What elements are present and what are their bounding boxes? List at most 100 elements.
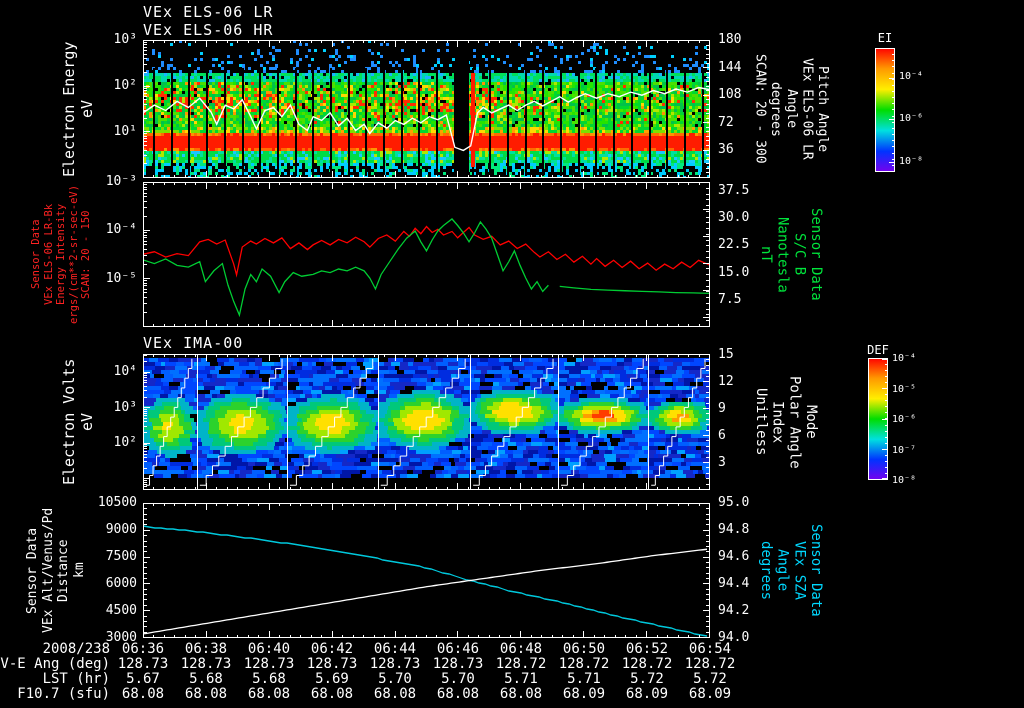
ima-left-tick-0: 10⁴ bbox=[113, 364, 137, 379]
panel1-title-lr: VEx ELS-06 LR bbox=[143, 3, 274, 21]
els-right-tick-1: 144 bbox=[718, 60, 742, 75]
els-right-label-angle: Angle bbox=[783, 89, 799, 129]
ephemeris-left-tick-0: 10500 bbox=[97, 495, 137, 510]
sza-label-angle: Angle bbox=[774, 549, 791, 592]
ephemeris-right-tick-0: 95.0 bbox=[718, 495, 750, 510]
els-left-axis-label-line2: eV bbox=[78, 99, 96, 119]
table-value-r0-c5: 128.73 bbox=[432, 656, 484, 672]
table-value-r0-c7: 128.72 bbox=[558, 656, 610, 672]
ei-colorbar-units: ergs/(cm**2-sr-sec-eV) bbox=[933, 40, 945, 172]
ima-left-tick-2: 10² bbox=[113, 435, 137, 450]
ephemeris-left-tick-2: 7500 bbox=[105, 549, 137, 564]
intensity-left-tick-1: 10⁻⁴ bbox=[105, 222, 137, 237]
def-colorbar-tick-2: 10⁻⁶ bbox=[892, 414, 917, 425]
intensity-left-label-instrument: VEx ELS-06 LR-Bk bbox=[42, 203, 55, 306]
ephemeris-right-tick-1: 94.8 bbox=[718, 522, 750, 537]
panel1-title-hr: VEx ELS-06 HR bbox=[143, 21, 274, 39]
table-value-r2-c4: 68.08 bbox=[373, 686, 417, 702]
ima-right-tick-4: 3 bbox=[718, 455, 726, 470]
ephemeris-left-axis-label: Sensor Data VEx Alt/Venus/Pd Distance km bbox=[25, 503, 87, 638]
table-value-r0-c1: 128.73 bbox=[180, 656, 232, 672]
scb-label-name: S/C B bbox=[791, 233, 808, 276]
ei-colorbar-tick-0: 10⁻⁴ bbox=[899, 71, 924, 82]
table-value-r2-c3: 68.08 bbox=[310, 686, 354, 702]
els-right-tick-2: 108 bbox=[718, 87, 742, 102]
ima-right-label-polar-angle: Polar Angle bbox=[786, 375, 803, 469]
intensity-line-chart bbox=[143, 182, 710, 327]
row-label-f107: F10.7 (sfu) bbox=[17, 686, 110, 702]
scb-label-sensor-data: Sensor Data bbox=[808, 208, 825, 301]
table-value-r1-c6: 5.71 bbox=[504, 671, 538, 687]
table-value-r0-c2: 128.73 bbox=[243, 656, 295, 672]
els-right-tick-0: 180 bbox=[718, 32, 742, 47]
table-value-r0-c0: 128.73 bbox=[117, 656, 169, 672]
time-tick-2: 06:40 bbox=[247, 641, 291, 657]
intensity-right-tick-0: 37.5 bbox=[718, 183, 750, 198]
table-value-r1-c4: 5.70 bbox=[378, 671, 412, 687]
table-value-r0-c4: 128.73 bbox=[369, 656, 421, 672]
sza-label-name: VEx SZA bbox=[791, 540, 808, 600]
def-colorbar bbox=[868, 358, 888, 480]
table-value-r2-c2: 68.08 bbox=[247, 686, 291, 702]
table-value-r0-c3: 128.73 bbox=[306, 656, 358, 672]
els-right-label-pitch-angle: Pitch Angle bbox=[814, 65, 830, 153]
ephemeris-right-tick-2: 94.6 bbox=[718, 549, 750, 564]
intensity-left-tick-0: 10⁻³ bbox=[105, 174, 137, 189]
els-spectrogram bbox=[143, 40, 710, 178]
table-value-r1-c0: 5.67 bbox=[126, 671, 160, 687]
table-value-r1-c8: 5.72 bbox=[630, 671, 664, 687]
ephemeris-line-chart bbox=[143, 503, 710, 638]
ei-colorbar-units-text: ergs/(cm**2-sr-sec-eV) bbox=[934, 40, 945, 173]
table-value-r1-c9: 5.72 bbox=[693, 671, 727, 687]
ei-colorbar bbox=[875, 48, 895, 172]
table-value-r1-c2: 5.68 bbox=[252, 671, 286, 687]
table-value-r0-c9: 128.72 bbox=[684, 656, 736, 672]
table-value-r2-c1: 68.08 bbox=[184, 686, 228, 702]
def-colorbar-tick-3: 10⁻⁷ bbox=[892, 445, 917, 456]
ima-right-tick-3: 6 bbox=[718, 428, 726, 443]
time-tick-0: 06:36 bbox=[121, 641, 165, 657]
row-label-ve-ang: V-E Ang (deg) bbox=[0, 656, 110, 672]
time-tick-5: 06:46 bbox=[436, 641, 480, 657]
table-value-r2-c0: 68.08 bbox=[121, 686, 165, 702]
vex-summary-plot: VEx ELS-06 LR VEx ELS-06 HR VEx IMA-00 E… bbox=[0, 0, 1024, 708]
intensity-right-tick-2: 22.5 bbox=[718, 237, 750, 252]
sza-label-sensor-data: Sensor Data bbox=[808, 524, 825, 617]
ei-colorbar-tick-2: 10⁻⁸ bbox=[899, 156, 924, 167]
ima-left-tick-1: 10³ bbox=[113, 400, 137, 415]
panel3-title-ima: VEx IMA-00 bbox=[143, 334, 244, 352]
table-value-r0-c6: 128.72 bbox=[495, 656, 547, 672]
table-value-r2-c5: 68.08 bbox=[436, 686, 480, 702]
intensity-left-label-quantity: Energy Intensity bbox=[55, 203, 68, 306]
intensity-left-label-units: ergs/(cm**2-sr-sec-eV) bbox=[67, 184, 80, 325]
intensity-left-label-scan: SCAN: 20 - 150 bbox=[80, 210, 93, 299]
ei-colorbar-title: EI bbox=[877, 31, 893, 45]
intensity-right-tick-4: 7.5 bbox=[718, 292, 742, 307]
alt-label-sensor-data: Sensor Data bbox=[25, 527, 40, 614]
els-left-tick-2: 10¹ bbox=[113, 124, 137, 139]
time-tick-9: 06:54 bbox=[688, 641, 732, 657]
els-left-axis-label-line1: Electron Energy bbox=[60, 41, 78, 177]
intensity-left-label-sensor-data: Sensor Data bbox=[30, 219, 42, 290]
intensity-left-tick-2: 10⁻⁵ bbox=[105, 271, 137, 286]
els-right-tick-4: 36 bbox=[718, 142, 734, 157]
table-value-r2-c8: 68.09 bbox=[625, 686, 669, 702]
ima-right-tick-2: 9 bbox=[718, 401, 726, 416]
ima-right-label-mode: Mode bbox=[803, 405, 820, 439]
ephemeris-left-tick-3: 6000 bbox=[105, 576, 137, 591]
def-colorbar-title: DEF bbox=[867, 343, 889, 357]
time-tick-6: 06:48 bbox=[499, 641, 543, 657]
els-right-label-instrument: VEx ELS-06 LR bbox=[799, 58, 815, 160]
scb-label-nanotesla: Nanotesla bbox=[774, 216, 791, 293]
intensity-left-axis-label: Sensor Data VEx ELS-06 LR-Bk Energy Inte… bbox=[30, 182, 93, 327]
table-value-r1-c1: 5.68 bbox=[189, 671, 223, 687]
table-value-r1-c3: 5.69 bbox=[315, 671, 349, 687]
els-left-tick-1: 10² bbox=[113, 78, 137, 93]
ima-right-tick-0: 15 bbox=[718, 347, 734, 362]
table-value-r2-c9: 68.09 bbox=[688, 686, 732, 702]
ei-colorbar-tick-1: 10⁻⁶ bbox=[899, 113, 924, 124]
ima-right-tick-1: 12 bbox=[718, 374, 734, 389]
alt-label-name: VEx Alt/Venus/Pd bbox=[40, 507, 56, 634]
els-left-axis-label: Electron Energy eV bbox=[60, 40, 96, 178]
els-left-tick-0: 10³ bbox=[113, 32, 137, 47]
